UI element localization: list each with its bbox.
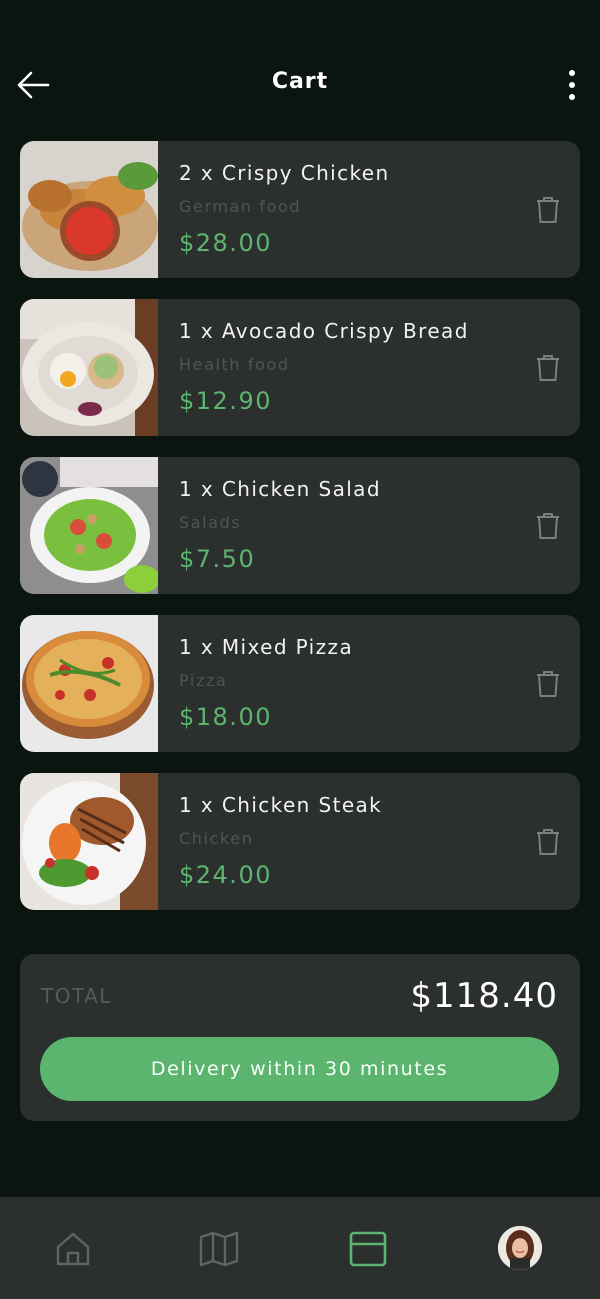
item-price: $18.00 xyxy=(179,703,272,731)
total-value: $118.40 xyxy=(410,976,558,1016)
nav-cart[interactable] xyxy=(346,1227,390,1271)
card-icon xyxy=(349,1231,387,1267)
more-menu-button[interactable] xyxy=(554,66,590,104)
item-category: Pizza xyxy=(179,671,228,690)
page-title: Cart xyxy=(271,69,329,94)
app-header: Cart xyxy=(0,52,600,116)
delete-button[interactable] xyxy=(534,353,562,383)
nav-map[interactable] xyxy=(197,1227,241,1271)
bottom-nav xyxy=(0,1197,600,1299)
chicken-salad-image xyxy=(20,457,158,594)
trash-icon xyxy=(537,355,559,381)
cart-item[interactable]: 1 x Chicken Steak Chicken $24.00 xyxy=(20,773,580,910)
mixed-pizza-image xyxy=(20,615,158,752)
item-name: 1 x Chicken Steak xyxy=(179,793,383,817)
delete-button[interactable] xyxy=(534,511,562,541)
item-name: 1 x Mixed Pizza xyxy=(179,635,354,659)
trash-icon xyxy=(537,513,559,539)
delivery-button[interactable]: Delivery within 30 minutes xyxy=(40,1037,559,1101)
item-category: Health food xyxy=(179,355,290,374)
profile-avatar-image xyxy=(498,1226,542,1270)
nav-home[interactable] xyxy=(51,1227,95,1271)
cart-item[interactable]: 1 x Chicken Salad Salads $7.50 xyxy=(20,457,580,594)
cart-item[interactable]: 2 x Crispy Chicken German food $28.00 xyxy=(20,141,580,278)
delete-button[interactable] xyxy=(534,669,562,699)
item-price: $7.50 xyxy=(179,545,256,573)
avocado-bread-image xyxy=(20,299,158,436)
total-card: TOTAL $118.40 Delivery within 30 minutes xyxy=(20,954,580,1121)
delete-button[interactable] xyxy=(534,827,562,857)
item-name: 1 x Avocado Crispy Bread xyxy=(179,319,469,343)
item-price: $28.00 xyxy=(179,229,272,257)
crispy-chicken-image xyxy=(20,141,158,278)
cart-list: 2 x Crispy Chicken German food $28.00 1 … xyxy=(20,141,580,931)
delete-button[interactable] xyxy=(534,195,562,225)
home-icon xyxy=(56,1232,90,1266)
cart-item[interactable]: 1 x Avocado Crispy Bread Health food $12… xyxy=(20,299,580,436)
trash-icon xyxy=(537,197,559,223)
item-name: 2 x Crispy Chicken xyxy=(179,161,390,185)
item-price: $12.90 xyxy=(179,387,272,415)
item-price: $24.00 xyxy=(179,861,272,889)
item-category: German food xyxy=(179,197,302,216)
cart-item[interactable]: 1 x Mixed Pizza Pizza $18.00 xyxy=(20,615,580,752)
chicken-steak-image xyxy=(20,773,158,910)
map-icon xyxy=(199,1231,239,1267)
item-name: 1 x Chicken Salad xyxy=(179,477,381,501)
trash-icon xyxy=(537,829,559,855)
item-category: Salads xyxy=(179,513,242,532)
more-vertical-icon xyxy=(569,70,575,76)
avatar[interactable] xyxy=(498,1226,542,1270)
item-category: Chicken xyxy=(179,829,254,848)
trash-icon xyxy=(537,671,559,697)
total-label: TOTAL xyxy=(41,984,112,1008)
